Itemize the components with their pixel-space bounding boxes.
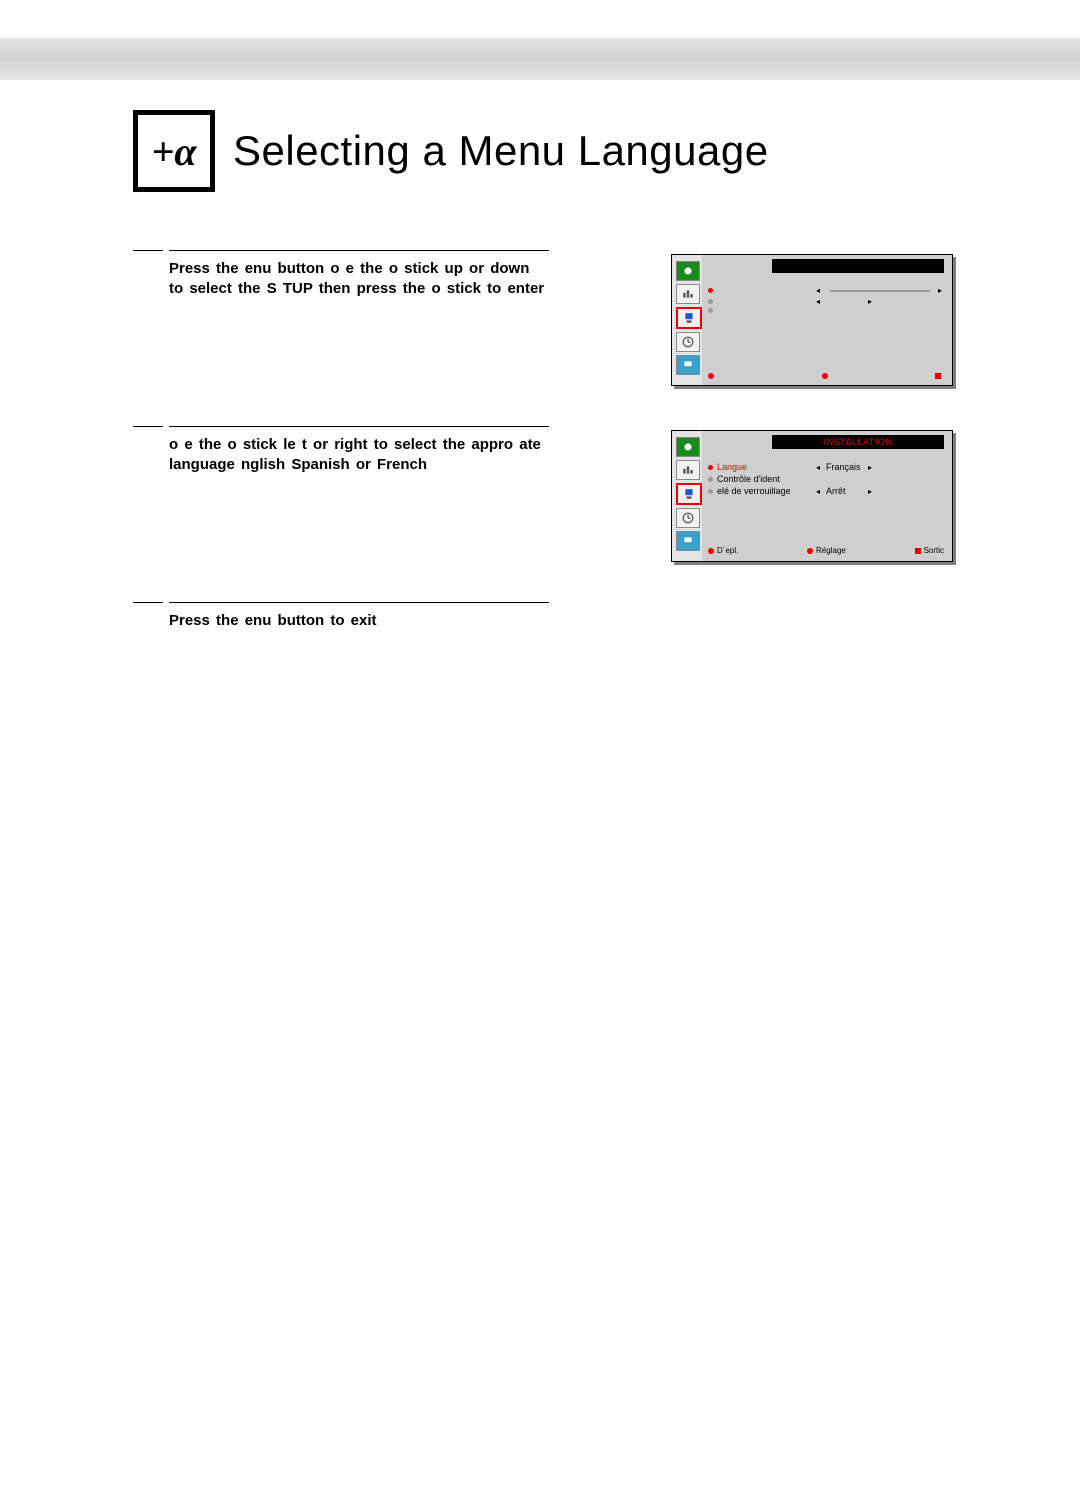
page-title-row: +α Selecting a Menu Language — [133, 110, 769, 192]
step-text: o e the o stick le t or right to select … — [169, 426, 549, 476]
osd-row — [708, 307, 944, 314]
step-1: Press the enu button o e the o stick up … — [133, 250, 953, 386]
step-2: o e the o stick le t or right to select … — [133, 426, 953, 562]
osd-sidebar — [672, 255, 702, 385]
sound-icon — [676, 284, 700, 304]
step-number — [133, 250, 163, 259]
step-3: Press the enu button to exit — [133, 602, 953, 631]
top-banner — [0, 38, 1080, 80]
osd-screenshot-2: INSTALLATION Langue ◂Français▸ Contrôle … — [671, 430, 953, 562]
step-number — [133, 602, 163, 611]
setup-icon — [676, 307, 702, 329]
osd-title — [772, 259, 944, 273]
picture-icon — [676, 437, 700, 457]
osd-row: ◂▸ — [708, 296, 944, 307]
sound-icon — [676, 460, 700, 480]
osd-row: ◂▸ — [708, 285, 944, 296]
osd-footer: D´epl. Réglage Sortic — [708, 546, 944, 555]
page-title: Selecting a Menu Language — [233, 127, 769, 175]
input-icon — [676, 355, 700, 375]
icon-text: +α — [152, 128, 197, 175]
clock-icon — [676, 508, 700, 528]
step-text: Press the enu button to exit — [169, 602, 549, 631]
picture-icon — [676, 261, 700, 281]
osd-title: INSTALLATION — [772, 435, 944, 449]
setup-icon — [676, 483, 702, 505]
input-icon — [676, 531, 700, 551]
clock-icon — [676, 332, 700, 352]
osd-main: INSTALLATION Langue ◂Français▸ Contrôle … — [702, 431, 952, 561]
osd-screenshot-1: ◂▸ ◂▸ — [671, 254, 953, 386]
osd-row-lock: elé de verrouillage ◂Arrêt▸ — [708, 485, 944, 497]
osd-row-langue: Langue ◂Français▸ — [708, 461, 944, 473]
osd-footer — [708, 373, 944, 379]
steps-container: Press the enu button o e the o stick up … — [133, 250, 953, 671]
step-text: Press the enu button o e the o stick up … — [169, 250, 549, 300]
plus-alpha-icon: +α — [133, 110, 215, 192]
step-number — [133, 426, 163, 435]
osd-main: ◂▸ ◂▸ — [702, 255, 952, 385]
osd-row-ident: Contrôle d'ident — [708, 473, 944, 485]
osd-sidebar — [672, 431, 702, 561]
